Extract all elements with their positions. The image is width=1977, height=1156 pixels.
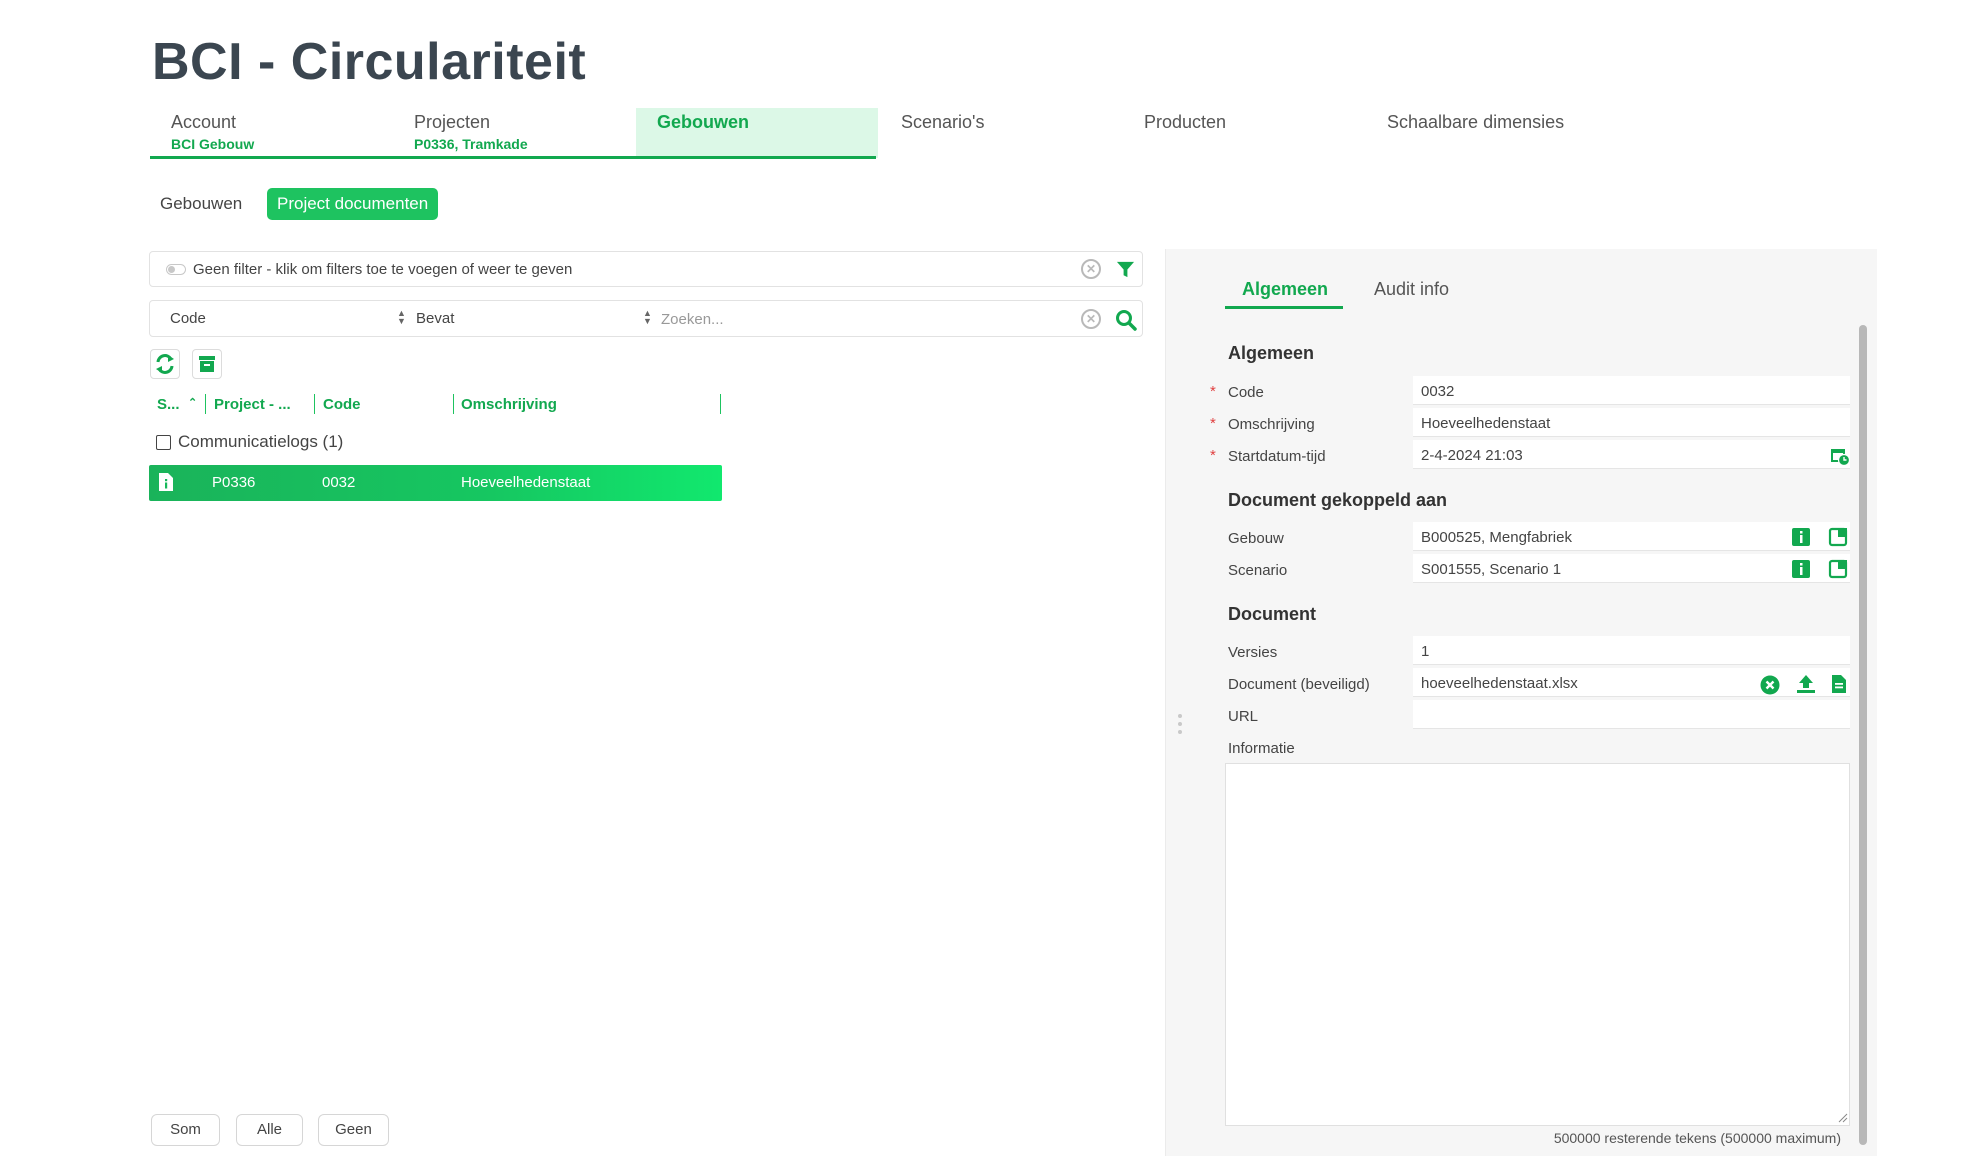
versies-label: Versies xyxy=(1228,644,1278,661)
column-separator[interactable] xyxy=(720,394,721,414)
tab-projecten[interactable]: Projecten P0336, Tramkade xyxy=(393,108,635,158)
upload-icon[interactable] xyxy=(1795,674,1817,694)
refresh-icon xyxy=(156,354,174,374)
group-checkbox[interactable] xyxy=(156,435,171,450)
tab-scenarios[interactable]: Scenario's xyxy=(880,108,1122,158)
filter-toggle[interactable] xyxy=(166,264,186,275)
informatie-label: Informatie xyxy=(1228,740,1295,757)
search-field-select[interactable]: Code xyxy=(170,310,206,327)
filter-icon[interactable] xyxy=(1116,260,1135,279)
page-title: BCI - Circulariteit xyxy=(152,33,587,91)
gebouw-label: Gebouw xyxy=(1228,530,1284,547)
versies-field[interactable]: 1 xyxy=(1413,636,1850,665)
top-tab-bar: Account BCI Gebouw Projecten P0336, Tram… xyxy=(150,108,1650,160)
archive-icon xyxy=(199,356,215,372)
tab-underline xyxy=(150,156,876,159)
startdatum-field[interactable]: 2-4-2024 21:03 xyxy=(1413,440,1850,469)
informatie-textarea[interactable] xyxy=(1225,763,1850,1126)
tab-underline xyxy=(1225,306,1343,309)
omschrijving-field[interactable]: Hoeveelhedenstaat xyxy=(1413,408,1850,437)
archive-button[interactable] xyxy=(192,349,222,379)
info-icon[interactable] xyxy=(1792,560,1810,578)
tab-audit-info[interactable]: Audit info xyxy=(1374,279,1449,300)
filter-bar[interactable]: Geen filter - klik om filters toe te voe… xyxy=(149,251,1143,287)
alle-button[interactable]: Alle xyxy=(236,1114,303,1146)
tab-label: Schaalbare dimensies xyxy=(1387,112,1565,132)
cell-omschrijving: Hoeveelhedenstaat xyxy=(461,474,591,491)
calendar-clock-icon[interactable] xyxy=(1830,446,1850,466)
column-separator[interactable] xyxy=(205,394,206,414)
column-header-code[interactable]: Code xyxy=(323,396,361,413)
column-separator[interactable] xyxy=(314,394,315,414)
som-button[interactable]: Som xyxy=(151,1114,220,1146)
column-separator[interactable] xyxy=(453,394,454,414)
section-algemeen: Algemeen xyxy=(1228,343,1315,363)
table-row[interactable]: P0336 0032 Hoeveelhedenstaat xyxy=(149,465,722,501)
search-bar: Code ▲▼ Bevat ▲▼ ✕ xyxy=(149,300,1143,337)
tab-label: Account xyxy=(171,112,237,132)
document-icon xyxy=(159,473,173,491)
required-marker: * xyxy=(1210,447,1216,464)
tab-sublabel: BCI Gebouw xyxy=(171,136,255,152)
required-marker: * xyxy=(1210,415,1216,432)
code-field[interactable]: 0032 xyxy=(1413,376,1850,405)
open-link-icon[interactable] xyxy=(1828,527,1848,547)
tab-algemeen[interactable]: Algemeen xyxy=(1242,279,1328,300)
subtab-gebouwen[interactable]: Gebouwen xyxy=(150,188,252,220)
url-label: URL xyxy=(1228,708,1259,725)
cell-code: 0032 xyxy=(322,474,356,491)
file-icon[interactable] xyxy=(1831,674,1847,694)
clear-filter-icon[interactable]: ✕ xyxy=(1081,259,1101,279)
document-label: Document (beveiligd) xyxy=(1228,676,1370,693)
code-label: Code xyxy=(1228,384,1264,401)
tab-label: Scenario's xyxy=(901,112,985,132)
omschrijving-label: Omschrijving xyxy=(1228,416,1315,433)
open-link-icon[interactable] xyxy=(1828,559,1848,579)
cell-project: P0336 xyxy=(212,474,256,491)
search-input[interactable] xyxy=(661,305,1061,333)
group-label: Communicatielogs (1) xyxy=(178,432,344,451)
startdatum-label: Startdatum-tijd xyxy=(1228,448,1326,465)
search-operator-select[interactable]: Bevat xyxy=(416,310,454,327)
info-icon[interactable] xyxy=(1792,528,1810,546)
tab-label: Producten xyxy=(1144,112,1227,132)
sort-updown-icon: ▲ ▼ xyxy=(643,308,652,326)
tab-label: Projecten xyxy=(414,112,491,132)
remove-icon[interactable] xyxy=(1760,675,1780,695)
clear-search-icon[interactable]: ✕ xyxy=(1081,309,1101,329)
group-row[interactable]: Communicatielogs (1) xyxy=(156,432,343,452)
panel-splitter-handle[interactable] xyxy=(1178,714,1184,738)
gebouw-field[interactable]: B000525, Mengfabriek xyxy=(1413,522,1850,551)
column-header-status[interactable]: S... xyxy=(157,396,180,413)
section-document: Document xyxy=(1228,604,1317,624)
scenario-field[interactable]: S001555, Scenario 1 xyxy=(1413,554,1850,583)
tab-gebouwen[interactable]: Gebouwen xyxy=(636,108,878,158)
tab-account[interactable]: Account BCI Gebouw xyxy=(150,108,392,158)
subtab-project-documenten[interactable]: Project documenten xyxy=(267,188,439,220)
geen-button[interactable]: Geen xyxy=(318,1114,389,1146)
document-field[interactable]: hoeveelhedenstaat.xlsx xyxy=(1413,668,1850,697)
remaining-characters: 500000 resterende tekens (500000 maximum… xyxy=(1553,1130,1841,1146)
resize-handle-icon[interactable] xyxy=(1837,1112,1848,1123)
url-field[interactable] xyxy=(1413,700,1850,729)
search-icon[interactable] xyxy=(1115,309,1137,331)
tab-label: Gebouwen xyxy=(657,112,750,132)
scrollbar[interactable] xyxy=(1859,325,1867,1145)
tab-sublabel: P0336, Tramkade xyxy=(414,136,528,152)
sort-updown-icon: ▲ ▼ xyxy=(397,308,406,326)
tab-producten[interactable]: Producten xyxy=(1123,108,1365,158)
filter-text: Geen filter - klik om filters toe te voe… xyxy=(193,261,573,278)
scenario-label: Scenario xyxy=(1228,562,1288,579)
section-document-gekoppeld: Document gekoppeld aan xyxy=(1228,490,1448,510)
column-header-omschrijving[interactable]: Omschrijving xyxy=(461,396,557,413)
required-marker: * xyxy=(1210,383,1216,400)
refresh-button[interactable] xyxy=(150,349,180,379)
sort-asc-icon: ⌃ xyxy=(188,397,198,409)
tab-schaalbare-dimensies[interactable]: Schaalbare dimensies xyxy=(1366,108,1646,158)
column-header-project[interactable]: Project - ... xyxy=(214,396,291,413)
